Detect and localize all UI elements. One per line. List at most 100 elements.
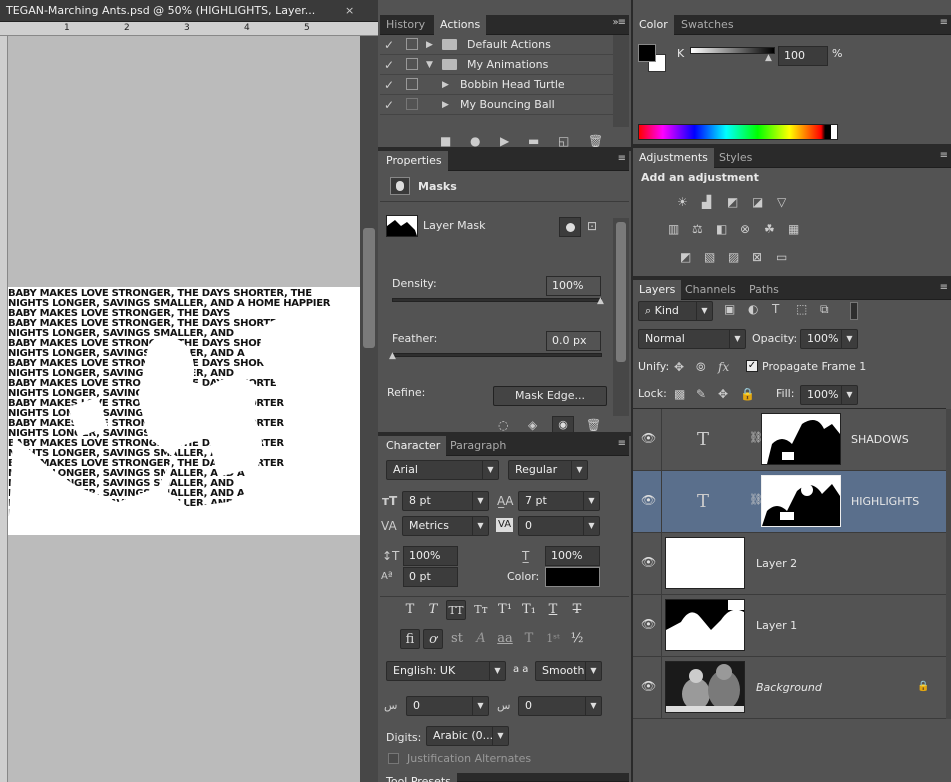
feather-slider-handle[interactable]: ▲	[389, 351, 396, 361]
eye-icon[interactable]: 👁	[641, 617, 656, 631]
hue-saturation-icon[interactable]: ⚖	[692, 222, 703, 236]
properties-scrollbar[interactable]	[613, 218, 629, 416]
record-icon[interactable]: ●	[470, 134, 480, 148]
tab-properties[interactable]: Properties	[380, 151, 448, 171]
font-size-select[interactable]: 8 pt ▼	[402, 491, 489, 511]
check-icon[interactable]: ✓	[384, 58, 394, 72]
pixel-filter-icon[interactable]: ▣	[724, 302, 735, 316]
justification-checkbox[interactable]	[388, 753, 399, 764]
faux-italic-icon[interactable]: T	[423, 600, 443, 620]
posterize-icon[interactable]: ▧	[704, 250, 715, 264]
discretionary-ligatures-icon[interactable]: st	[447, 629, 467, 649]
superscript-icon[interactable]: T¹	[495, 600, 515, 620]
layer-row-layer-1[interactable]: 👁 Layer 1	[633, 595, 946, 657]
black-white-icon[interactable]: ⊗	[740, 222, 750, 236]
vector-mask-icon[interactable]: ⊡	[587, 219, 597, 233]
curves-icon[interactable]: ◩	[727, 195, 738, 209]
delete-icon[interactable]: 🗑	[588, 134, 603, 148]
panel-menu-icon[interactable]: ≡	[940, 17, 948, 28]
type-filter-icon[interactable]: T	[772, 302, 779, 316]
faux-bold-icon[interactable]: T	[400, 600, 420, 620]
pixel-mask-button[interactable]	[559, 217, 581, 237]
gradient-map-icon[interactable]: ▭	[776, 250, 787, 264]
font-style-select[interactable]: Regular ▼	[508, 460, 588, 480]
lock-position-icon[interactable]: ✥	[718, 387, 728, 401]
panel-menu-icon[interactable]: ≡	[618, 438, 626, 449]
baseline-shift-field[interactable]: 0 pt	[403, 567, 458, 587]
tab-character[interactable]: Character	[380, 436, 447, 456]
tab-paragraph[interactable]: Paragraph	[444, 436, 512, 456]
panel-menu-icon[interactable]: ≡	[618, 153, 626, 164]
titling-icon[interactable]: aa	[495, 629, 515, 649]
fill-field[interactable]: 100% ▼	[800, 385, 858, 405]
smart-object-filter-icon[interactable]: ⧉	[820, 302, 829, 316]
text-color-swatch[interactable]	[545, 567, 600, 587]
scrollbar-thumb[interactable]	[363, 228, 375, 348]
ordinals-icon[interactable]: 1ˢᵗ	[543, 629, 563, 649]
stop-icon[interactable]: ■	[440, 134, 451, 148]
document-image[interactable]: BABY MAKES LOVE STRONGER, THE DAYS SHORT…	[8, 287, 360, 535]
check-icon[interactable]: ✓	[384, 38, 394, 52]
collapse-arrow-icon[interactable]: ▼	[426, 58, 433, 72]
new-set-icon[interactable]: ▬	[528, 134, 539, 148]
document-tab[interactable]: TEGAN-Marching Ants.psd @ 50% (HIGHLIGHT…	[0, 0, 378, 22]
leading-select[interactable]: 7 pt ▼	[518, 491, 600, 511]
lock-all-icon[interactable]: 🔒	[740, 387, 755, 401]
underline-icon[interactable]: T	[543, 600, 563, 620]
layer-row-background[interactable]: 👁 Background 🔒	[633, 657, 946, 719]
check-icon[interactable]: ✓	[384, 78, 394, 92]
propagate-checkbox[interactable]: ✓	[746, 360, 758, 372]
dialog-toggle-icon[interactable]	[406, 38, 418, 50]
k-slider-handle[interactable]: ▲	[765, 53, 772, 63]
lock-transparent-icon[interactable]: ▩	[674, 387, 685, 401]
expand-arrow-icon[interactable]: ▶	[442, 78, 449, 92]
foreground-color-swatch[interactable]	[638, 44, 656, 62]
check-icon[interactable]: ✓	[384, 98, 394, 112]
blend-mode-select[interactable]: Normal ▼	[638, 329, 746, 349]
gradient-map-triangle-icon[interactable]: ▽	[777, 195, 786, 209]
arabic-setting-a-select[interactable]: 0 ▼	[406, 696, 489, 716]
play-icon[interactable]: ▶	[500, 134, 509, 148]
antialias-select[interactable]: Smooth ▼	[535, 661, 602, 681]
adjustment-filter-icon[interactable]: ◐	[748, 302, 758, 316]
layer-row-highlights[interactable]: 👁 T ⛓ HIGHLIGHTS	[633, 471, 946, 533]
shape-filter-icon[interactable]: ⬚	[796, 302, 807, 316]
density-slider[interactable]	[392, 298, 602, 302]
expand-arrow-icon[interactable]: ▶	[442, 98, 449, 112]
brightness-contrast-icon[interactable]: ☀	[677, 195, 688, 209]
fractions-icon[interactable]: ½	[567, 629, 587, 649]
tab-tool-presets[interactable]: Tool Presets	[380, 773, 457, 782]
action-row-my-animations[interactable]: ✓ ▼ My Animations	[380, 55, 613, 75]
eye-icon[interactable]: 👁	[641, 493, 656, 507]
dialog-toggle-icon[interactable]	[406, 78, 418, 90]
mask-thumbnail[interactable]	[386, 215, 418, 237]
layer-filter-select[interactable]: ⌕ Kind ▼	[638, 301, 713, 321]
horizontal-scale-field[interactable]: 100%	[545, 546, 600, 566]
eye-icon[interactable]: 👁	[641, 431, 656, 445]
actions-scrollbar[interactable]	[613, 35, 629, 127]
eye-icon[interactable]: 👁	[641, 555, 656, 569]
photo-filter-icon[interactable]: ☘	[764, 222, 775, 236]
tab-swatches[interactable]: Swatches	[675, 15, 740, 35]
unify-position-icon[interactable]: ✥	[674, 360, 684, 374]
old-style-icon[interactable]: ơ	[423, 629, 443, 649]
feather-slider[interactable]	[392, 353, 602, 357]
tab-color[interactable]: Color	[633, 15, 674, 35]
layer-thumbnail[interactable]	[665, 661, 745, 713]
color-ramp[interactable]	[638, 124, 838, 140]
tab-styles[interactable]: Styles	[713, 148, 758, 168]
swash-icon[interactable]: A	[471, 629, 491, 649]
channel-mixer-icon[interactable]: ▦	[788, 222, 799, 236]
vertical-scale-field[interactable]: 100%	[403, 546, 458, 566]
mask-edge-button[interactable]: Mask Edge...	[493, 386, 607, 406]
panel-menu-icon[interactable]: ≡	[940, 150, 948, 161]
expand-arrow-icon[interactable]: ▶	[426, 38, 433, 52]
layer-row-layer-2[interactable]: 👁 Layer 2	[633, 533, 946, 595]
layer-mask-thumbnail[interactable]	[761, 475, 841, 527]
load-selection-icon[interactable]: ◌	[498, 418, 508, 432]
feather-field[interactable]: 0.0 px	[546, 331, 601, 351]
unify-visibility-icon[interactable]: ⦾	[696, 360, 706, 374]
tab-actions[interactable]: Actions	[434, 15, 487, 35]
all-caps-icon[interactable]: TT	[446, 600, 466, 620]
threshold-icon[interactable]: ▨	[728, 250, 739, 264]
